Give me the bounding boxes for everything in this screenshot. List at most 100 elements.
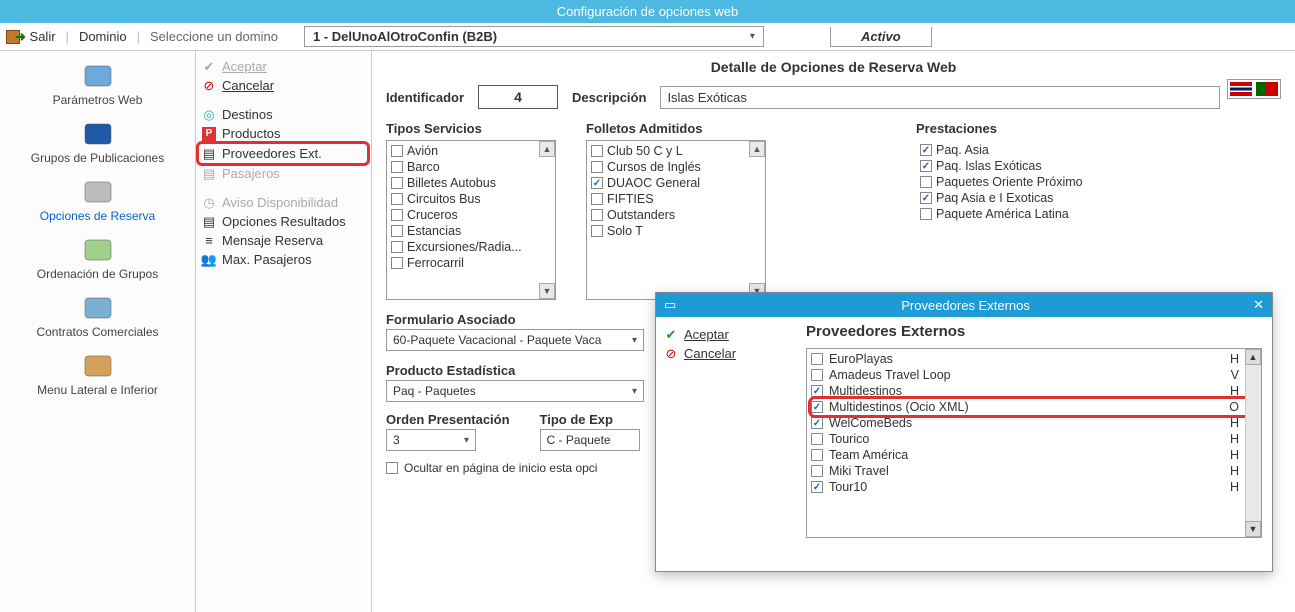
proveedores-list[interactable]: ▲ EuroPlayasHAmadeus Travel LoopVMultide… bbox=[806, 348, 1262, 538]
proveedor-row[interactable]: MultidestinosH bbox=[811, 383, 1257, 399]
checkbox[interactable] bbox=[920, 176, 932, 188]
identificador-value: 4 bbox=[478, 85, 558, 109]
checkbox[interactable] bbox=[591, 193, 603, 205]
list-item[interactable]: Barco bbox=[389, 159, 553, 175]
list-item[interactable]: Paq. Asia bbox=[918, 142, 1184, 158]
proveedor-row[interactable]: Miki TravelH bbox=[811, 463, 1257, 479]
list-item[interactable]: FIFTIES bbox=[589, 191, 763, 207]
scroll-down-icon[interactable]: ▼ bbox=[1245, 521, 1261, 537]
flag-pt-icon[interactable] bbox=[1256, 82, 1278, 96]
flag-uk-icon[interactable] bbox=[1230, 82, 1252, 96]
checkbox[interactable] bbox=[591, 161, 603, 173]
list-item[interactable]: Paquetes Oriente Próximo bbox=[918, 174, 1184, 190]
scroll-up-icon[interactable]: ▲ bbox=[749, 141, 765, 157]
tipo-exp-select[interactable]: C - Paquete bbox=[540, 429, 640, 451]
producto-select[interactable]: Paq - Paquetes▾ bbox=[386, 380, 644, 402]
list-item[interactable]: DUAOC General bbox=[589, 175, 763, 191]
proveedor-row[interactable]: Amadeus Travel LoopV bbox=[811, 367, 1257, 383]
list-item[interactable]: Excursiones/Radia... bbox=[389, 239, 553, 255]
formulario-select[interactable]: 60-Paquete Vacacional - Paquete Vaca▾ bbox=[386, 329, 644, 351]
checkbox[interactable] bbox=[391, 177, 403, 189]
nav-menu-lateral[interactable]: Menu Lateral e Inferior bbox=[0, 347, 195, 405]
checkbox[interactable] bbox=[811, 417, 823, 429]
prestaciones-label: Prestaciones bbox=[916, 121, 1186, 136]
checkbox[interactable] bbox=[811, 465, 823, 477]
checkbox[interactable] bbox=[811, 385, 823, 397]
checkbox[interactable] bbox=[920, 144, 932, 156]
checkbox[interactable] bbox=[391, 225, 403, 237]
tipos-label: Tipos Servicios bbox=[386, 121, 556, 136]
list-item[interactable]: Solo T bbox=[589, 223, 763, 239]
checkbox[interactable] bbox=[391, 241, 403, 253]
checkbox[interactable] bbox=[811, 481, 823, 493]
dialog-title: Proveedores Externos bbox=[678, 298, 1253, 313]
exit-button[interactable]: ➜ Salir bbox=[6, 29, 56, 45]
checkbox[interactable] bbox=[391, 257, 403, 269]
proveedor-row[interactable]: Tour10H bbox=[811, 479, 1257, 495]
nav-label: Grupos de Publicaciones bbox=[0, 151, 195, 165]
language-flags[interactable] bbox=[1227, 79, 1281, 99]
list-item[interactable]: Avión bbox=[389, 143, 553, 159]
scroll-up-icon[interactable]: ▲ bbox=[539, 141, 555, 157]
checkbox[interactable] bbox=[920, 192, 932, 204]
checkbox[interactable] bbox=[811, 369, 823, 381]
nav-contratos-comerciales[interactable]: Contratos Comerciales bbox=[0, 289, 195, 347]
opciones-resultados-action[interactable]: ▤ Opciones Resultados bbox=[202, 212, 365, 231]
list-item[interactable]: Paquete América Latina bbox=[918, 206, 1184, 222]
proveedor-row[interactable]: TouricoH bbox=[811, 431, 1257, 447]
checkbox[interactable] bbox=[591, 177, 603, 189]
tipos-listbox[interactable]: ▲ AviónBarcoBilletes AutobusCircuitos Bu… bbox=[386, 140, 556, 300]
list-item[interactable]: Paq. Islas Exóticas bbox=[918, 158, 1184, 174]
nav-grupos-publicaciones[interactable]: Grupos de Publicaciones bbox=[0, 115, 195, 173]
orden-select[interactable]: 3▾ bbox=[386, 429, 476, 451]
list-item[interactable]: Estancias bbox=[389, 223, 553, 239]
checkbox[interactable] bbox=[811, 401, 823, 413]
nav-opciones-reserva[interactable]: Opciones de Reserva bbox=[0, 173, 195, 231]
checkbox[interactable] bbox=[811, 433, 823, 445]
proveedor-row[interactable]: Multidestinos (Ocio XML)O bbox=[811, 399, 1257, 415]
list-item[interactable]: Billetes Autobus bbox=[389, 175, 553, 191]
mensaje-reserva-action[interactable]: ≡ Mensaje Reserva bbox=[202, 231, 365, 250]
checkbox[interactable] bbox=[391, 145, 403, 157]
checkbox[interactable] bbox=[391, 193, 403, 205]
scroll-down-icon[interactable]: ▼ bbox=[539, 283, 555, 299]
checkbox[interactable] bbox=[391, 209, 403, 221]
destinos-action[interactable]: ◎ Destinos bbox=[202, 105, 365, 124]
ordenacion-grupos-icon bbox=[80, 235, 116, 265]
max-pasajeros-action[interactable]: 👥 Max. Pasajeros bbox=[202, 250, 365, 269]
productos-action[interactable]: P Productos bbox=[202, 124, 365, 143]
list-item[interactable]: Ferrocarril bbox=[389, 255, 553, 271]
proveedor-row[interactable]: WelComeBedsH bbox=[811, 415, 1257, 431]
checkbox[interactable] bbox=[920, 208, 932, 220]
ocultar-checkbox[interactable] bbox=[386, 462, 398, 474]
nav-parametros-web[interactable]: Parámetros Web bbox=[0, 57, 195, 115]
dialog-cancelar[interactable]: ⊘ Cancelar bbox=[664, 344, 788, 363]
prestaciones-listbox[interactable]: Paq. AsiaPaq. Islas ExóticasPaquetes Ori… bbox=[916, 140, 1186, 300]
list-item[interactable]: Cruceros bbox=[389, 207, 553, 223]
list-item[interactable]: Paq Asia e I Exoticas bbox=[918, 190, 1184, 206]
checkbox[interactable] bbox=[920, 160, 932, 172]
close-icon[interactable]: ✕ bbox=[1253, 297, 1264, 313]
nav-ordenacion-grupos[interactable]: Ordenación de Grupos bbox=[0, 231, 195, 289]
checkbox[interactable] bbox=[591, 225, 603, 237]
proveedor-row[interactable]: EuroPlayasH bbox=[811, 351, 1257, 367]
scroll-up-icon[interactable]: ▲ bbox=[1245, 349, 1261, 365]
proveedor-row[interactable]: Team AméricaH bbox=[811, 447, 1257, 463]
list-item[interactable]: Cursos de Inglés bbox=[589, 159, 763, 175]
cancelar-action[interactable]: ⊘ Cancelar bbox=[202, 76, 365, 95]
domain-dropdown[interactable]: 1 - DelUnoAlOtroConfin (B2B) ▾ bbox=[304, 26, 764, 47]
checkbox[interactable] bbox=[811, 353, 823, 365]
folletos-listbox[interactable]: ▲ Club 50 C y LCursos de InglésDUAOC Gen… bbox=[586, 140, 766, 300]
dialog-aceptar[interactable]: ✔ Aceptar bbox=[664, 325, 788, 344]
list-item[interactable]: Club 50 C y L bbox=[589, 143, 763, 159]
checkbox[interactable] bbox=[811, 449, 823, 461]
checkbox[interactable] bbox=[391, 161, 403, 173]
grupos-publicaciones-icon bbox=[80, 119, 116, 149]
check-icon: ✔ bbox=[202, 60, 216, 74]
checkbox[interactable] bbox=[591, 145, 603, 157]
list-item[interactable]: Outstanders bbox=[589, 207, 763, 223]
list-item[interactable]: Circuitos Bus bbox=[389, 191, 553, 207]
descripcion-input[interactable]: Islas Exóticas bbox=[660, 86, 1220, 109]
checkbox[interactable] bbox=[591, 209, 603, 221]
proveedores-ext-action[interactable]: ▤ Proveedores Ext. bbox=[198, 143, 368, 164]
